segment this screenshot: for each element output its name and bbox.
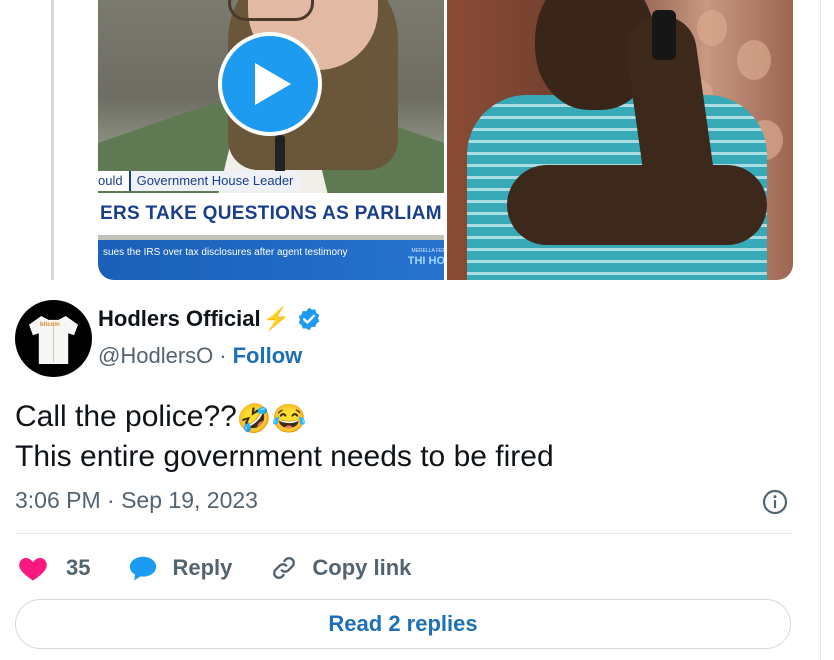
chyron-subline-text: sues the IRS over tax disclosures after … — [103, 247, 348, 258]
copy-link-label: Copy link — [312, 555, 412, 580]
copy-link-button[interactable]: Copy link — [270, 554, 411, 582]
divider — [15, 533, 793, 534]
follow-link[interactable]: Follow — [233, 343, 303, 369]
tweet-timestamp[interactable]: 3:06 PM · Sep 19, 2023 — [15, 487, 258, 514]
like-count: 35 — [66, 555, 91, 580]
chyron-top: ould Government House Leader — [98, 171, 300, 191]
lightning-emoji: ⚡ — [262, 306, 290, 331]
heart-icon — [19, 558, 47, 581]
laughing-emojis: 🤣😂 — [236, 403, 307, 434]
chyron-headline: ERS TAKE QUESTIONS AS PARLIAM — [98, 193, 444, 235]
tweet-text: Call the police??🤣😂 This entire governme… — [15, 397, 795, 477]
separator-dot: · — [219, 343, 227, 368]
panel-border — [820, 0, 821, 660]
channel-logo: THI HO — [407, 255, 444, 267]
link-icon — [273, 557, 296, 579]
handle[interactable]: @HodlersO — [98, 343, 213, 369]
bitcoin-logo: bitcoin — [40, 322, 60, 328]
handle-row: @HodlersO · Follow — [98, 343, 302, 369]
chyron-fragment: ould — [98, 171, 129, 191]
action-bar: 35 Reply Copy link — [18, 548, 449, 588]
play-button[interactable] — [218, 32, 322, 136]
tweet-line-1: Call the police??🤣😂 — [15, 400, 307, 434]
display-name[interactable]: Hodlers Official — [98, 306, 261, 332]
tweet-line-2: This entire government needs to be fired — [15, 440, 554, 473]
author-name-row[interactable]: Hodlers Official ⚡ — [98, 306, 322, 332]
video-thumbnail[interactable]: ould Government House Leader ERS TAKE QU… — [98, 0, 444, 280]
thread-line — [51, 0, 54, 280]
reply-bubble-icon — [130, 556, 157, 581]
info-icon[interactable] — [762, 489, 788, 515]
photo-thumbnail[interactable] — [447, 0, 793, 280]
reply-button[interactable]: Reply — [128, 554, 232, 582]
read-replies-label: Read 2 replies — [328, 611, 478, 636]
read-replies-button[interactable]: Read 2 replies — [15, 599, 791, 649]
play-icon — [255, 63, 291, 105]
avatar[interactable]: bitcoin — [15, 300, 92, 377]
verified-badge-icon — [298, 307, 320, 331]
chyron-label: Government House Leader — [128, 171, 300, 191]
media-grid[interactable]: ould Government House Leader ERS TAKE QU… — [98, 0, 793, 280]
chyron-subline: sues the IRS over tax disclosures after … — [98, 240, 444, 280]
like-button[interactable]: 35 — [18, 554, 90, 582]
reply-label: Reply — [172, 555, 233, 580]
